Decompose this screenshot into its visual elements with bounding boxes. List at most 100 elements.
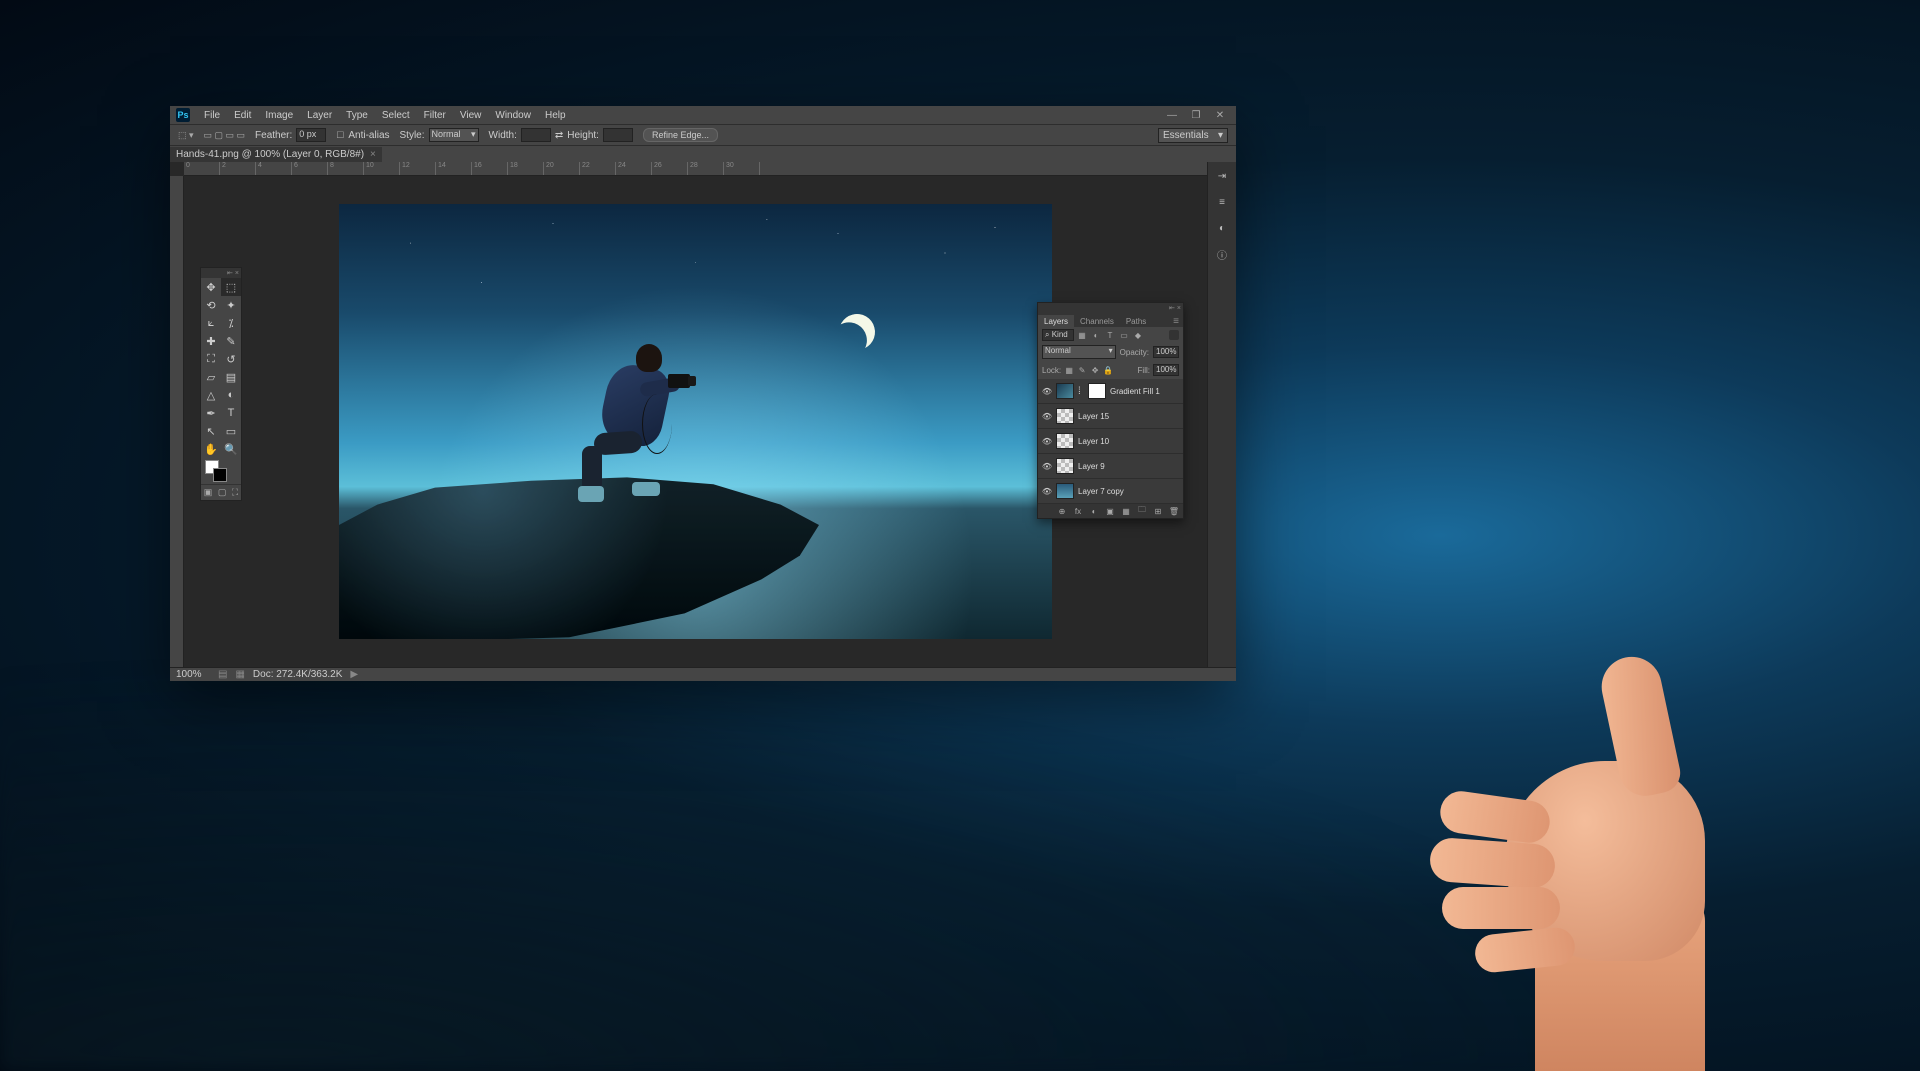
gradient-tool[interactable]: ▤ bbox=[221, 368, 241, 386]
close-button[interactable]: ✕ bbox=[1210, 109, 1230, 121]
dodge-tool[interactable]: ◐ bbox=[221, 386, 241, 404]
filter-kind-select[interactable]: ⌕ Kind bbox=[1042, 329, 1074, 341]
lock-option-icon[interactable]: ▦ bbox=[1064, 365, 1074, 375]
collapse-icon[interactable]: ⇤ bbox=[1169, 304, 1175, 312]
type-tool[interactable]: T bbox=[221, 404, 241, 422]
layer-row[interactable]: 👁 Layer 9 bbox=[1038, 454, 1183, 479]
filter-type-icon[interactable]: ▦ bbox=[1076, 329, 1088, 341]
vertical-ruler[interactable] bbox=[170, 176, 184, 667]
screenmode-button[interactable]: ▣ bbox=[204, 487, 213, 498]
status-arrow-icon[interactable]: ▶ bbox=[350, 669, 358, 680]
layers-footer-icon[interactable]: ▦ bbox=[1121, 506, 1131, 516]
feather-input[interactable]: 0 px bbox=[296, 128, 326, 142]
zoom-tool[interactable]: 🔍 bbox=[221, 440, 241, 458]
lock-option-icon[interactable]: ✎ bbox=[1077, 365, 1087, 375]
layer-row[interactable]: 👁 Layer 10 bbox=[1038, 429, 1183, 454]
layers-footer-icon[interactable]: ⊕ bbox=[1057, 506, 1067, 516]
adjustments-icon[interactable]: ◐ bbox=[1214, 220, 1230, 236]
visibility-icon[interactable]: 👁 bbox=[1042, 436, 1052, 446]
layers-footer-icon[interactable]: 🗀 bbox=[1137, 506, 1147, 516]
layer-name[interactable]: Layer 15 bbox=[1078, 412, 1109, 421]
layers-footer-icon[interactable]: ◐ bbox=[1089, 506, 1099, 516]
eyedropper-tool[interactable]: ⁒ bbox=[221, 314, 241, 332]
menu-filter[interactable]: Filter bbox=[418, 108, 452, 123]
close-icon[interactable]: × bbox=[1177, 305, 1181, 312]
layers-footer-icon[interactable]: ▣ bbox=[1105, 506, 1115, 516]
workspace-select[interactable]: Essentials▾ bbox=[1158, 128, 1228, 143]
style-select[interactable]: Normal bbox=[429, 128, 479, 142]
shape-tool[interactable]: ▭ bbox=[221, 422, 241, 440]
layer-thumbnail[interactable] bbox=[1088, 383, 1106, 399]
history-icon[interactable]: ≡ bbox=[1214, 194, 1230, 210]
close-tab-icon[interactable]: × bbox=[370, 149, 376, 160]
lasso-tool[interactable]: ⟲ bbox=[201, 296, 221, 314]
filter-type-icon[interactable]: ◐ bbox=[1090, 329, 1102, 341]
screenmode-button[interactable]: ⛶ bbox=[232, 487, 238, 498]
menu-file[interactable]: File bbox=[198, 108, 226, 123]
stamp-tool[interactable]: ⛶ bbox=[201, 350, 221, 368]
wand-tool[interactable]: ✦ bbox=[221, 296, 241, 314]
path-tool[interactable]: ↖ bbox=[201, 422, 221, 440]
panel-menu-icon[interactable]: ≡ bbox=[1169, 316, 1183, 327]
height-input[interactable] bbox=[603, 128, 633, 142]
tab-layers[interactable]: Layers bbox=[1038, 315, 1074, 327]
crop-tool[interactable]: ⟀ bbox=[201, 314, 221, 332]
pen-tool[interactable]: ✒ bbox=[201, 404, 221, 422]
menu-select[interactable]: Select bbox=[376, 108, 416, 123]
visibility-icon[interactable]: 👁 bbox=[1042, 386, 1052, 396]
eraser-tool[interactable]: ▱ bbox=[201, 368, 221, 386]
tab-paths[interactable]: Paths bbox=[1120, 315, 1152, 327]
layer-thumbnail[interactable] bbox=[1056, 408, 1074, 424]
tool-preset-icon[interactable]: ⬚ ▾ bbox=[178, 130, 194, 141]
swap-icon[interactable]: ⇄ bbox=[555, 130, 563, 141]
menu-image[interactable]: Image bbox=[259, 108, 299, 123]
history-brush-tool[interactable]: ↺ bbox=[221, 350, 241, 368]
menu-view[interactable]: View bbox=[454, 108, 488, 123]
hand-tool[interactable]: ✋ bbox=[201, 440, 221, 458]
visibility-icon[interactable]: 👁 bbox=[1042, 411, 1052, 421]
status-icon[interactable]: ▤ bbox=[218, 669, 227, 680]
layer-name[interactable]: Layer 9 bbox=[1078, 462, 1105, 471]
opacity-input[interactable]: 100% bbox=[1153, 346, 1179, 358]
layer-row[interactable]: 👁 Layer 7 copy bbox=[1038, 479, 1183, 504]
layer-name[interactable]: Gradient Fill 1 bbox=[1110, 387, 1160, 396]
layers-footer-icon[interactable]: ⊞ bbox=[1153, 506, 1163, 516]
background-color[interactable] bbox=[213, 468, 227, 482]
move-tool[interactable]: ✥ bbox=[201, 278, 221, 296]
lock-option-icon[interactable]: 🔒 bbox=[1103, 365, 1113, 375]
filter-type-icon[interactable]: T bbox=[1104, 329, 1116, 341]
brush-tool[interactable]: ✎ bbox=[221, 332, 241, 350]
horizontal-ruler[interactable]: 024681012141618202224262830 bbox=[184, 162, 1207, 176]
layer-name[interactable]: Layer 7 copy bbox=[1078, 487, 1124, 496]
screenmode-button[interactable]: ▢ bbox=[218, 487, 227, 498]
healing-tool[interactable]: ✚ bbox=[201, 332, 221, 350]
layers-footer-icon[interactable]: 🗑 bbox=[1169, 506, 1179, 516]
visibility-icon[interactable]: 👁 bbox=[1042, 486, 1052, 496]
fill-input[interactable]: 100% bbox=[1153, 364, 1179, 376]
menu-help[interactable]: Help bbox=[539, 108, 572, 123]
zoom-level[interactable]: 100% bbox=[176, 669, 210, 680]
layer-row[interactable]: 👁 Layer 15 bbox=[1038, 404, 1183, 429]
tab-channels[interactable]: Channels bbox=[1074, 315, 1120, 327]
minimize-button[interactable]: — bbox=[1162, 109, 1182, 121]
info-icon[interactable]: ⓘ bbox=[1214, 246, 1230, 262]
visibility-icon[interactable]: 👁 bbox=[1042, 461, 1052, 471]
menu-type[interactable]: Type bbox=[340, 108, 374, 123]
color-swatches[interactable] bbox=[201, 458, 241, 484]
layer-name[interactable]: Layer 10 bbox=[1078, 437, 1109, 446]
width-input[interactable] bbox=[521, 128, 551, 142]
marquee-tool[interactable]: ⬚ bbox=[221, 278, 241, 296]
marquee-shape-group[interactable]: ▭ ▢ ▭ ▭ bbox=[204, 130, 246, 141]
filter-type-icon[interactable]: ▭ bbox=[1118, 329, 1130, 341]
document-tab[interactable]: Hands-41.png @ 100% (Layer 0, RGB/8#) × bbox=[170, 147, 382, 162]
layers-footer-icon[interactable]: fx bbox=[1073, 506, 1083, 516]
layer-thumbnail[interactable] bbox=[1056, 433, 1074, 449]
menu-edit[interactable]: Edit bbox=[228, 108, 257, 123]
lock-option-icon[interactable]: ✥ bbox=[1090, 365, 1100, 375]
layer-row[interactable]: 👁⁞Gradient Fill 1 bbox=[1038, 379, 1183, 404]
menu-window[interactable]: Window bbox=[489, 108, 537, 123]
maximize-button[interactable]: ❐ bbox=[1186, 109, 1206, 121]
filter-toggle[interactable] bbox=[1169, 330, 1179, 340]
collapse-icon[interactable]: ⇤ bbox=[227, 269, 233, 277]
refine-edge-button[interactable]: Refine Edge... bbox=[643, 128, 718, 142]
